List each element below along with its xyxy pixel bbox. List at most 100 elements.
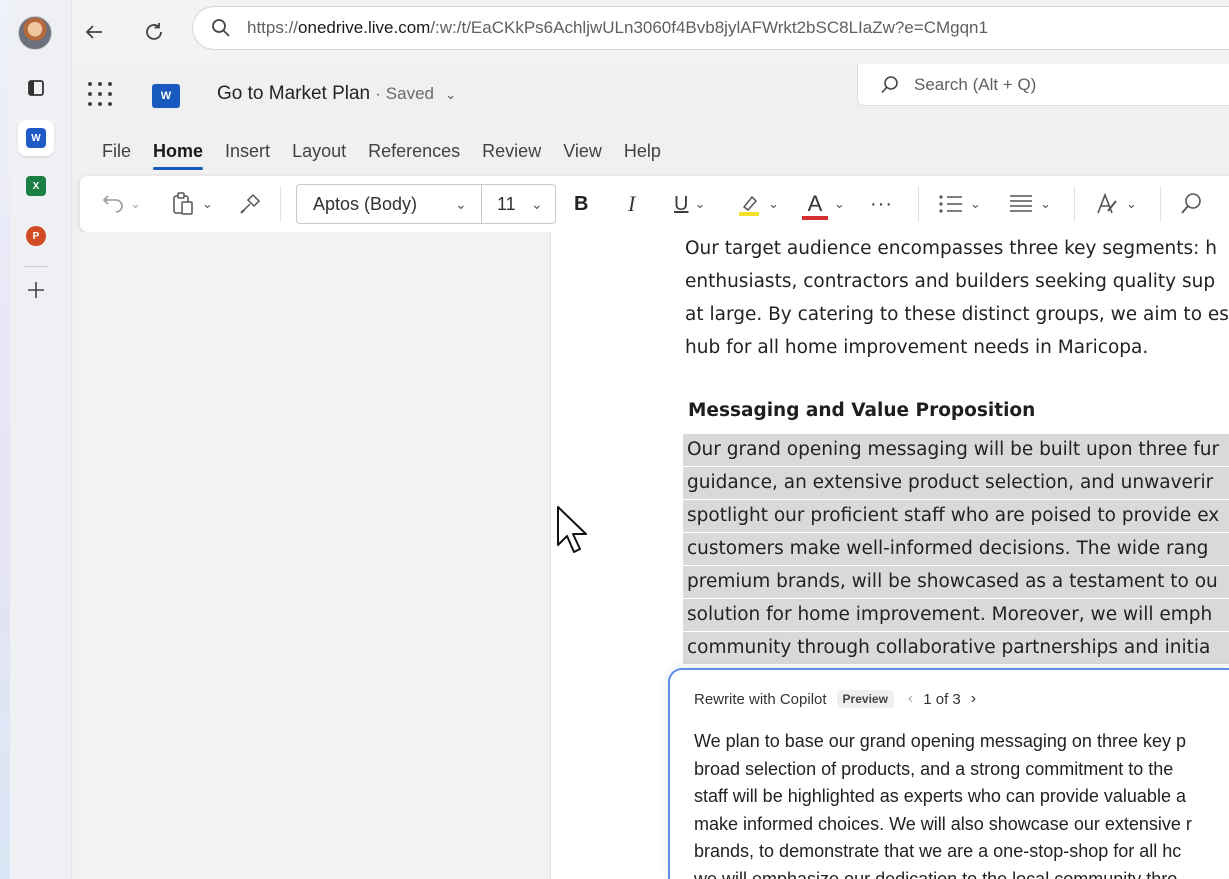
selected-text-line: premium brands, will be showcased as a t… (683, 566, 1229, 598)
search-icon (881, 75, 898, 93)
copilot-title: Rewrite with Copilot (694, 690, 827, 708)
selected-text-line: Our grand opening messaging will be buil… (683, 434, 1229, 466)
selected-text-line: guidance, an extensive product selection… (683, 467, 1229, 499)
find-icon (1181, 193, 1201, 214)
search-icon (212, 19, 230, 37)
copilot-suggestion-text[interactable]: We plan to base our grand opening messag… (694, 728, 1229, 879)
copilot-rewrite-panel[interactable]: Rewrite with Copilot Preview ‹ 1 of 3 › … (668, 668, 1229, 879)
copilot-header: Rewrite with Copilot Preview ‹ 1 of 3 › (694, 688, 976, 710)
selected-paragraph[interactable]: Our grand opening messaging will be buil… (683, 434, 1229, 665)
paste-button[interactable]: ⌄ (170, 188, 213, 220)
font-family-dropdown[interactable]: Aptos (Body) ⌄ 11 ⌄ (296, 184, 556, 224)
font-color-button[interactable]: A ⌄ (802, 188, 845, 220)
refresh-icon (146, 23, 162, 40)
ribbon-separator (1074, 186, 1075, 222)
url-domain: onedrive.live.com (298, 18, 431, 37)
back-button[interactable] (76, 14, 112, 50)
powerpoint-app-icon: P (26, 226, 46, 246)
save-status: · Saved (375, 84, 434, 103)
tabs-icon[interactable] (18, 70, 54, 106)
highlight-color-button[interactable]: ⌄ (736, 188, 779, 220)
align-justify-icon (1010, 195, 1032, 212)
font-color-glyph: A (807, 191, 823, 216)
rail-app-powerpoint[interactable]: P (18, 218, 54, 254)
selected-text-line: customers make well-informed decisions. … (683, 533, 1229, 565)
suggestion-line: brands, to demonstrate that we are a one… (694, 841, 1182, 861)
suggestion-line: We plan to base our grand opening messag… (694, 731, 1186, 751)
next-suggestion-icon[interactable]: › (971, 690, 976, 708)
bold-button[interactable]: B (574, 188, 588, 220)
intro-paragraph[interactable]: Our target audience encompasses three ke… (685, 232, 1229, 364)
align-button[interactable]: ⌄ (1008, 188, 1051, 220)
url-path: /:w:/t/EaCKkPs6AchljwULn3060f4Bvb8jylAFW… (430, 18, 988, 37)
home-ribbon: ⌄ ⌄ Aptos (Body) ⌄ 11 ⌄ B I U ⌄ ⌄ A ⌄ ··… (80, 176, 1229, 232)
ribbon-tabs: File Home Insert Layout References Revie… (91, 134, 672, 170)
format-painter-button[interactable] (238, 188, 262, 220)
document-canvas-margin (80, 232, 550, 879)
tab-references[interactable]: References (357, 134, 471, 168)
italic-button[interactable]: I (628, 188, 635, 220)
suggestion-counter: 1 of 3 (923, 690, 961, 708)
highlighter-icon (739, 195, 759, 216)
tab-help[interactable]: Help (613, 134, 672, 168)
rail-app-excel[interactable]: X (18, 168, 54, 204)
tab-insert[interactable]: Insert (214, 134, 281, 168)
bullets-button[interactable]: ⌄ (938, 188, 981, 220)
tab-view[interactable]: View (552, 134, 613, 168)
app-rail: W X P (0, 0, 72, 879)
url-prefix: https:// (247, 18, 299, 37)
suggestion-line: broad selection of products, and a stron… (694, 758, 1174, 779)
app-launcher-icon[interactable] (88, 82, 112, 106)
underline-button[interactable]: U ⌄ (674, 188, 705, 220)
ribbon-separator (918, 186, 919, 222)
more-options-button[interactable]: ··· (870, 188, 893, 220)
chevron-down-icon: ⌄ (970, 196, 981, 211)
find-button[interactable] (1180, 188, 1204, 220)
rail-divider (24, 266, 48, 267)
ribbon-separator (280, 186, 281, 222)
chevron-down-icon: ⌄ (694, 196, 706, 211)
document-title[interactable]: Go to Market Plan · Saved ⌄ (217, 83, 456, 105)
chevron-down-icon: ⌄ (834, 196, 845, 211)
font-color-swatch (802, 216, 828, 220)
word-app-frame: W Go to Market Plan · Saved ⌄ Search (Al… (72, 64, 1229, 879)
rail-add-button[interactable] (18, 272, 54, 308)
word-app-icon: W (26, 128, 46, 148)
font-size-value[interactable]: 11 (497, 194, 516, 215)
styles-button[interactable]: ⌄ (1094, 188, 1137, 220)
search-box[interactable]: Search (Alt + Q) (857, 64, 1229, 106)
undo-icon (102, 195, 123, 213)
previous-suggestion-icon[interactable]: ‹ (908, 690, 913, 708)
bullet-list-icon (939, 195, 962, 213)
suggestion-line: make informed choices. We will also show… (694, 813, 1192, 834)
selected-text-line: solution for home improvement. Moreover,… (683, 599, 1229, 631)
address-bar[interactable]: https://onedrive.live.com/:w:/t/EaCKkPs6… (192, 6, 1229, 50)
profile-avatar[interactable] (18, 16, 52, 50)
excel-app-icon: X (26, 176, 46, 196)
rail-edge-glow (0, 0, 10, 879)
styles-icon (1097, 192, 1117, 214)
word-header: W Go to Market Plan · Saved ⌄ Search (Al… (72, 64, 1229, 124)
tab-home[interactable]: Home (142, 134, 214, 170)
text-line: Our target audience encompasses three ke… (685, 238, 1217, 259)
section-heading[interactable]: Messaging and Value Proposition (688, 400, 1035, 421)
text-line: at large. By catering to these distinct … (685, 304, 1229, 325)
rail-app-word[interactable]: W (18, 120, 54, 156)
chevron-down-icon: ⌄ (1040, 196, 1051, 211)
preview-badge: Preview (836, 690, 894, 708)
mouse-cursor-icon (557, 506, 587, 553)
tab-review[interactable]: Review (471, 134, 552, 168)
undo-button[interactable]: ⌄ (100, 188, 141, 220)
clipboard-icon (173, 192, 193, 215)
selected-text-line: community through collaborative partners… (683, 632, 1229, 664)
url-text[interactable]: https://onedrive.live.com/:w:/t/EaCKkPs6… (247, 18, 988, 38)
window-tabs-icon (28, 80, 44, 96)
tab-file[interactable]: File (91, 134, 142, 168)
text-line: enthusiasts, contractors and builders se… (685, 271, 1216, 292)
underline-glyph: U (674, 192, 689, 215)
paintbrush-icon (240, 193, 261, 214)
chevron-down-icon: ⌄ (1126, 196, 1137, 211)
reload-button[interactable] (136, 14, 172, 50)
tab-layout[interactable]: Layout (281, 134, 357, 168)
ribbon-separator (1160, 186, 1161, 222)
